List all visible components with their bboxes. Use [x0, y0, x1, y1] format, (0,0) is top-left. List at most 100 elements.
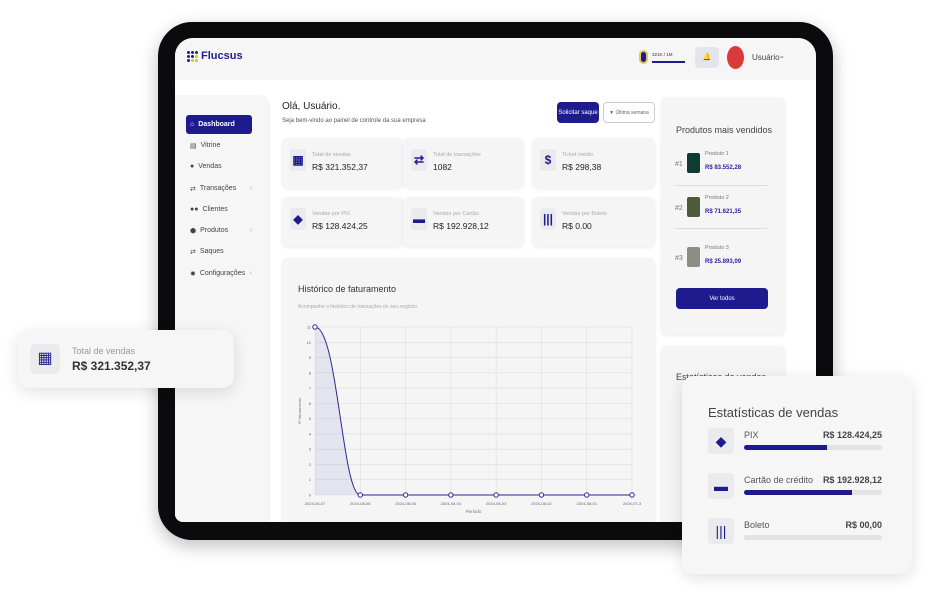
sales-stat-bar: [744, 445, 882, 450]
sidebar-item-produtos[interactable]: ⬢ Produtos ‹: [186, 221, 252, 240]
revenue-history-card: Histórico de faturamento Acompanhe o his…: [282, 258, 655, 522]
product-item[interactable]: #3 Produto 3 R$ 25.893,09: [675, 241, 767, 281]
view-all-button[interactable]: Ver todos: [676, 288, 768, 309]
divider: [675, 228, 767, 229]
y-tick-label: 10: [307, 340, 312, 345]
stat-card: ◆ Vendas por PIX R$ 128.424,25: [282, 197, 403, 247]
stat-card: ⇄ Total de transações 1082: [403, 138, 524, 188]
product-name: Produto 3: [705, 245, 729, 251]
x-axis-label: Período: [466, 509, 482, 514]
store-icon: ▤: [190, 142, 197, 150]
sidebar-item-vendas[interactable]: ● Vendas: [186, 157, 252, 176]
page-title: Olá, Usuário.: [282, 101, 341, 112]
stat-card: ▦ Total de vendas R$ 321.352,37: [282, 138, 403, 188]
chevron-left-icon: ‹: [249, 227, 252, 234]
sales-stat-bar: [744, 535, 882, 540]
data-point: [584, 492, 590, 498]
cash-register-icon: ▦: [290, 149, 306, 171]
stat-label: Ticket médio: [562, 152, 593, 158]
notification-bell-icon[interactable]: 🔔: [695, 47, 719, 68]
product-item[interactable]: #1 Produto 1 R$ 83.552,28: [675, 147, 767, 187]
x-tick-label: 2024-08-02: [531, 501, 552, 506]
revenue-line-chart: 0 1 2 3 4 5 6 7 8 9 10 11 2024-08-07 2024-08-06 2024-0…: [297, 324, 642, 514]
chevron-left-icon: ‹: [249, 185, 252, 192]
product-item[interactable]: #2 Produto 2 R$ 71.621,35: [675, 191, 767, 231]
y-tick-label: 5: [309, 416, 312, 421]
data-point: [357, 492, 363, 498]
product-rank: #1: [675, 161, 683, 168]
stat-value: R$ 298,38: [562, 162, 602, 172]
transfer-icon: ⇄: [190, 185, 196, 193]
x-tick-label: 2024-08-03: [486, 501, 507, 506]
sales-stat-label: Boleto: [744, 520, 770, 530]
filter-label: Última semana: [615, 109, 649, 116]
y-tick-label: 6: [309, 401, 312, 406]
product-name: Produto 2: [705, 195, 729, 201]
transfer-icon: ⇄: [411, 149, 427, 171]
gear-icon: ✹: [190, 270, 196, 278]
stat-card: ▬ Vendas por Cartão R$ 192.928,12: [403, 197, 524, 247]
stat-value: R$ 0.00: [562, 221, 592, 231]
nav-label: Vendas: [198, 163, 222, 170]
data-point: [493, 492, 499, 498]
stat-label: Vendas por Boleto: [562, 211, 607, 217]
sales-stat-value: R$ 128.424,25: [822, 430, 882, 440]
dollar-icon: $: [540, 149, 556, 171]
goal-progress: [652, 61, 685, 63]
product-thumbnail: [687, 197, 700, 217]
logo-icon: [187, 50, 198, 62]
y-axis-label: Nº faturamento: [297, 397, 302, 425]
sidebar-item-saques[interactable]: ⇄ Saques: [186, 242, 252, 261]
total-sales-value: R$ 321.352,37: [72, 359, 151, 373]
nav-label: Clientes: [202, 206, 228, 213]
y-tick-label: 9: [309, 355, 312, 360]
y-tick-label: 11: [307, 325, 312, 330]
x-tick-label: 2024-08-01: [576, 501, 597, 506]
sales-stats-title: Estatísticas de vendas: [708, 405, 839, 420]
data-point: [538, 492, 545, 498]
y-tick-label: 4: [309, 431, 312, 436]
chevron-down-icon[interactable]: ⌄: [779, 52, 785, 60]
data-point: [312, 324, 318, 330]
nav-label: Dashboard: [198, 121, 235, 128]
stat-value: R$ 128.424,25: [312, 221, 368, 231]
y-tick-label: 2: [309, 462, 312, 467]
nav-label: Configurações: [199, 270, 246, 277]
product-thumbnail: [687, 247, 700, 267]
y-tick-label: 1: [309, 477, 312, 482]
stat-value: R$ 192.928,12: [433, 221, 489, 231]
cash-register-icon: ▦: [30, 344, 60, 374]
sidebar-item-vitrine[interactable]: ▤ Vitrine: [186, 136, 252, 155]
page-subtitle: Seja bem-vindo ao painel de controle da …: [282, 118, 426, 124]
series-area: [315, 327, 632, 495]
sales-stat-value: R$ 00,00: [845, 520, 882, 530]
data-point: [402, 492, 409, 498]
logo[interactable]: Flucsus: [187, 50, 243, 62]
barcode-icon: |||: [708, 518, 734, 544]
user-menu[interactable]: Usuário: [752, 53, 780, 62]
sidebar-item-dashboard[interactable]: ⌂ Dashboard: [186, 115, 252, 134]
chevron-left-icon: ‹: [249, 270, 252, 277]
barcode-icon: |||: [540, 208, 556, 230]
top-products-card: Produtos mais vendidos #1 Produto 1 R$ 83.…: [661, 97, 785, 335]
stat-label: Vendas por PIX: [312, 211, 351, 217]
credit-card-icon: ▬: [708, 473, 734, 499]
stat-label: Vendas por Cartão: [433, 211, 479, 217]
sidebar-item-transacoes[interactable]: ⇄ Transações ‹: [186, 179, 252, 198]
product-price: R$ 71.621,35: [705, 209, 742, 215]
sidebar-item-clientes[interactable]: ●● Clientes: [186, 200, 252, 219]
sales-stat-label: PIX: [744, 430, 759, 440]
sidebar-item-configuracoes[interactable]: ✹ Configurações ‹: [186, 264, 252, 283]
top-bar: Flucsus 321K / 1M 🔔 Usuário ⌄: [175, 38, 816, 80]
sales-stat-bar-fill: [744, 490, 852, 495]
data-point: [448, 492, 454, 498]
box-icon: ⬢: [190, 227, 197, 235]
nav-label: Transações: [199, 185, 237, 192]
credit-card-icon: ▬: [411, 208, 427, 230]
avatar[interactable]: [727, 46, 744, 69]
request-withdrawal-button[interactable]: Solicitar saque: [557, 102, 599, 123]
stat-card: $ Ticket médio R$ 298,38: [532, 138, 655, 188]
period-filter-button[interactable]: ▼ Última semana: [603, 102, 655, 123]
x-tick-label: 2024-08-06: [350, 501, 371, 506]
stat-value: R$ 321.352,37: [312, 162, 368, 172]
